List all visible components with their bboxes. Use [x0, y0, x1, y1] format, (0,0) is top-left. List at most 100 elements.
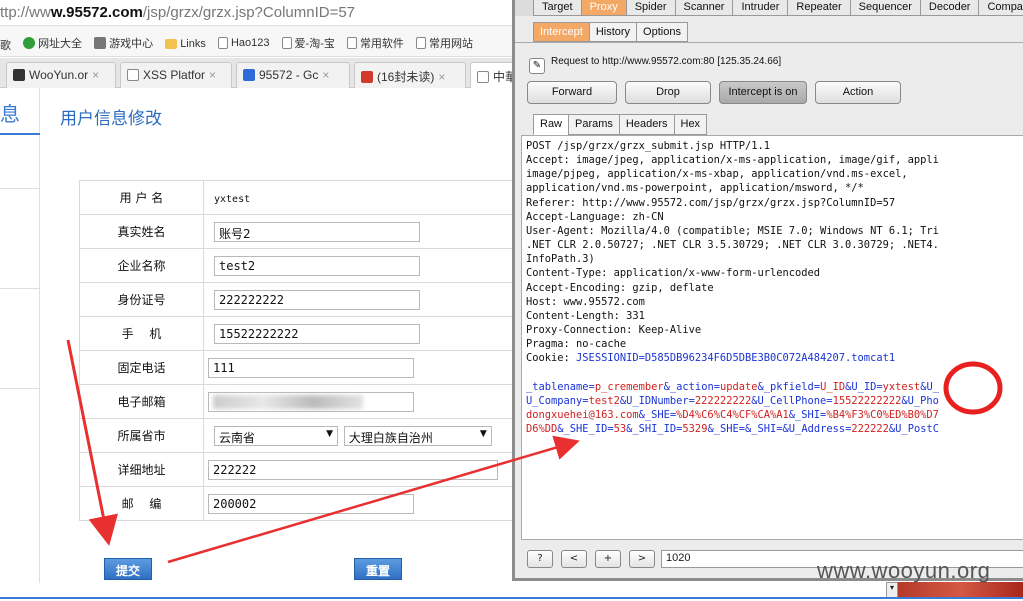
watermark: www.wooyun.org — [817, 558, 991, 583]
request-line: application/vnd.ms-powerpoint, applicati… — [526, 182, 864, 195]
tab-intercept[interactable]: Intercept — [533, 22, 590, 42]
prev-button[interactable]: < — [561, 550, 587, 568]
browser-tab[interactable]: (16封未读) × — [354, 62, 466, 88]
tab-params[interactable]: Params — [568, 114, 620, 135]
param-key: &U_PostC — [888, 423, 939, 436]
tab-history[interactable]: History — [588, 22, 638, 42]
edit-icon[interactable]: ✎ — [529, 58, 545, 74]
form-row-idnumber: 身份证号 222222222 — [79, 282, 520, 317]
request-line: .NET CLR 2.0.50727; .NET CLR 3.5.30729; … — [526, 239, 939, 252]
bookmark-item[interactable]: Links — [165, 38, 206, 50]
form-row-username: 用 户 名 yxtest — [79, 180, 520, 215]
request-body: _tablename=p_cremember&_action=update&_p… — [526, 380, 1023, 437]
divider — [515, 42, 1023, 43]
forward-button[interactable]: Forward — [527, 81, 617, 104]
browser-tab[interactable]: XSS Platfor × — [120, 62, 232, 88]
param-key: &_SHI= — [788, 408, 827, 421]
drop-button[interactable]: Drop — [625, 81, 711, 104]
request-line: Accept-Encoding: gzip, deflate — [526, 281, 714, 294]
browser-tab[interactable]: WooYun.or × — [6, 62, 116, 88]
tab-decoder[interactable]: Decoder — [919, 0, 980, 16]
address-path: /jsp/grzx/grzx.jsp?ColumnID=57 — [142, 4, 356, 21]
param-key: &U_CellPhone= — [751, 394, 833, 407]
browser-tab[interactable]: 95572 - Gc × — [236, 62, 350, 88]
field-value-cell: 账号2 — [203, 214, 520, 249]
chevron-down-icon: ▼ — [479, 428, 487, 439]
bookmark-label: 爱-淘-宝 — [294, 38, 335, 50]
tab-scanner[interactable]: Scanner — [674, 0, 734, 16]
bookmark-item[interactable]: 网址大全 — [23, 35, 82, 51]
tab-close-icon[interactable]: × — [92, 68, 99, 82]
tab-options[interactable]: Options — [636, 22, 688, 42]
address-bar[interactable]: ttp://www.95572.com/jsp/grzx/grzx.jsp?Co… — [0, 0, 520, 26]
tab-spider[interactable]: Spider — [625, 0, 676, 16]
form-row-email: 电子邮箱 — [79, 384, 520, 419]
bookmark-item[interactable]: 常用网站 — [416, 35, 473, 51]
browser-window: ttp://www.95572.com/jsp/grzx/grzx.jsp?Co… — [0, 0, 520, 601]
phone-input[interactable]: 111 — [208, 357, 414, 378]
request-editor[interactable]: POST /jsp/grzx/grzx_submit.jsp HTTP/1.1 A… — [521, 135, 1023, 540]
address-domain: w.95572.com — [50, 4, 143, 21]
field-value-cell: 云南省 ▼ 大理白族自治州 ▼ — [203, 418, 520, 453]
bookmark-item[interactable]: 游戏中心 — [94, 35, 153, 51]
intercept-toggle-button[interactable]: Intercept is on — [719, 81, 807, 104]
request-line: Content-Type: application/x-www-form-url… — [526, 267, 821, 280]
param-key: &_pkfield= — [757, 380, 821, 393]
submit-button[interactable]: 提交 — [104, 558, 152, 580]
tab-sequencer[interactable]: Sequencer — [849, 0, 921, 16]
param-key: &U_Pho — [901, 394, 939, 407]
tab-raw[interactable]: Raw — [533, 114, 570, 135]
folder-icon — [165, 39, 178, 49]
tab-repeater[interactable]: Repeater — [787, 0, 851, 16]
tab-proxy[interactable]: Proxy — [580, 0, 627, 16]
email-input[interactable] — [208, 391, 414, 412]
site-nav-icon — [23, 37, 36, 49]
bookmark-label: Hao123 — [230, 37, 270, 49]
chevron-down-icon[interactable]: ▾ — [886, 582, 898, 598]
request-line: Pragma: no-cache — [526, 338, 627, 351]
action-button[interactable]: Action — [815, 81, 901, 104]
tab-hex[interactable]: Hex — [673, 114, 708, 135]
proxy-sub-tabs: Intercept History Options — [533, 22, 688, 42]
cookie-value: JSESSIONID=D585DB96234F6D5DBE3B0C072A484… — [576, 352, 896, 365]
tab-target[interactable]: Target — [533, 0, 582, 16]
browser-tab-strip: WooYun.or × XSS Platfor × 95572 - Gc × (16封… — [0, 58, 520, 88]
address-input[interactable]: 222222 — [208, 459, 498, 480]
bookmark-item[interactable]: 歌 — [0, 37, 11, 53]
company-input[interactable]: test2 — [214, 255, 420, 276]
tab-close-icon[interactable]: × — [322, 68, 329, 82]
postcode-input[interactable]: 200002 — [208, 493, 414, 514]
form-row-postcode: 邮 编 200002 — [79, 486, 520, 521]
wooyun-icon — [13, 69, 25, 81]
idnumber-input[interactable]: 222222222 — [214, 289, 420, 310]
reset-button[interactable]: 重置 — [354, 558, 402, 580]
bookmark-item[interactable]: 爱-淘-宝 — [281, 35, 335, 51]
bookmark-label: 游戏中心 — [109, 38, 154, 50]
field-value-cell: 222222222 — [203, 282, 520, 317]
address-prefix: ttp://ww — [0, 4, 51, 21]
province-selected: 云南省 — [219, 430, 256, 445]
help-button[interactable]: ? — [527, 550, 553, 568]
province-select[interactable]: 云南省 ▼ — [214, 425, 338, 446]
left-nav: 息 — [0, 88, 40, 583]
city-select[interactable]: 大理白族自治州 ▼ — [343, 425, 492, 446]
title-underline — [0, 133, 40, 135]
realname-input[interactable]: 账号2 — [214, 221, 420, 242]
tab-close-icon[interactable]: × — [438, 70, 445, 84]
tab-comparer[interactable]: Comparer — [978, 0, 1023, 16]
request-header-lines: POST /jsp/grzx/grzx_submit.jsp HTTP/1.1 A… — [526, 139, 1023, 351]
tab-close-icon[interactable]: × — [209, 68, 216, 82]
tab-intruder[interactable]: Intruder — [732, 0, 789, 16]
field-label: 用 户 名 — [79, 180, 204, 215]
bookmark-item[interactable]: 常用软件 — [346, 35, 404, 51]
request-line: Content-Length: 331 — [526, 309, 645, 322]
bookmark-item[interactable]: Hao123 — [217, 37, 270, 49]
add-button[interactable]: + — [595, 550, 621, 568]
tab-headers[interactable]: Headers — [618, 114, 675, 135]
page-icon — [217, 37, 228, 49]
form-row-address: 详细地址 222222 — [79, 452, 520, 487]
next-button[interactable]: > — [629, 550, 655, 568]
field-value-cell: 111 — [203, 350, 520, 385]
mobile-input[interactable]: 15522222222 — [214, 323, 420, 344]
